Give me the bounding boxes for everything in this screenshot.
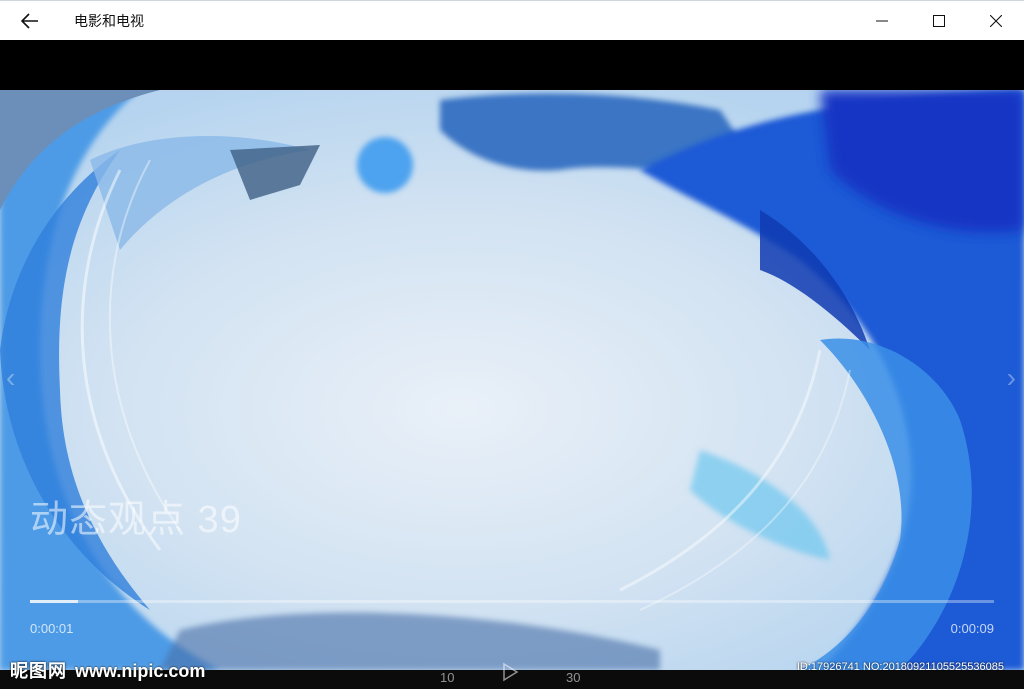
maximize-button[interactable]	[910, 1, 967, 41]
video-overlay-title: 动态观点 39	[30, 499, 242, 541]
letterbox-top	[0, 40, 1024, 90]
seek-bar[interactable]	[30, 600, 994, 603]
seek-bar-fill	[30, 600, 79, 603]
video-frame[interactable]: ‹ › 动态观点 39 0:00:01 0:00:09	[0, 90, 1024, 670]
window-controls	[853, 1, 1024, 41]
arrow-left-icon	[21, 12, 38, 29]
maximize-icon	[932, 15, 945, 27]
minimize-button[interactable]	[853, 1, 910, 41]
chevron-left-icon[interactable]: ‹	[6, 362, 15, 394]
title-bar: 电影和电视	[0, 0, 1024, 40]
play-icon[interactable]	[500, 662, 520, 682]
minimize-icon	[875, 20, 888, 22]
app-title: 电影和电视	[74, 12, 144, 29]
back-button[interactable]	[0, 1, 60, 41]
current-time: 0:00:01	[30, 621, 74, 636]
skip-back-button[interactable]: 10	[440, 670, 454, 685]
watermark-url: www.nipic.com	[75, 661, 206, 681]
watercolor-frame-art	[0, 90, 1024, 670]
total-time: 0:00:09	[950, 621, 994, 636]
chevron-right-icon[interactable]: ›	[1007, 362, 1016, 394]
watermark-id: ID:17926741 NO:20180921105525536085	[796, 661, 1004, 673]
close-icon	[989, 15, 1002, 27]
close-button[interactable]	[967, 1, 1024, 41]
skip-forward-button[interactable]: 30	[566, 670, 580, 685]
watermark-brand-name: 昵图网	[10, 661, 67, 681]
watermark-brand: 昵图网 www.nipic.com	[10, 657, 205, 683]
